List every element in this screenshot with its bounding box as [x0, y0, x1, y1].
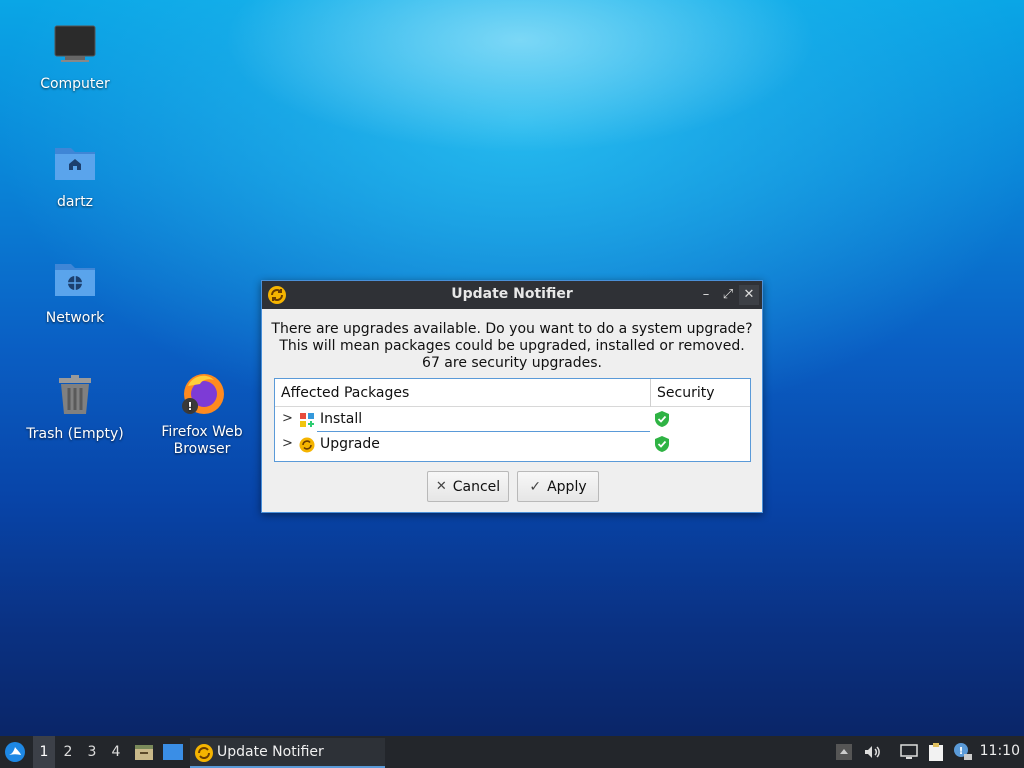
desktop-icon-home[interactable]: dartz [15, 140, 135, 211]
taskbar-item-update-notifier[interactable]: Update Notifier [190, 738, 385, 768]
update-notifier-task-icon [194, 743, 214, 763]
cancel-icon: ✕ [435, 479, 447, 494]
column-header-affected-packages[interactable]: Affected Packages [281, 385, 409, 401]
tree-row-upgrade[interactable]: > Upgrade [275, 433, 750, 457]
message-line: There are upgrades available. Do you wan… [271, 321, 753, 337]
network-status-icon[interactable] [899, 742, 919, 762]
message-line: 67 are security upgrades. [422, 355, 602, 371]
home-folder-icon [51, 140, 99, 188]
desktop-icon-label: Trash (Empty) [26, 426, 124, 442]
firefox-icon: ! [178, 370, 226, 418]
expander-icon[interactable]: > [282, 436, 293, 451]
tree-row-label: Install [320, 411, 363, 427]
show-desktop-icon[interactable] [162, 743, 184, 761]
security-shield-icon [655, 436, 669, 452]
window-title: Update Notifier [451, 286, 573, 302]
minimize-button[interactable]: – [696, 285, 716, 305]
cancel-button[interactable]: ✕ Cancel [427, 471, 509, 502]
computer-icon [51, 22, 99, 70]
update-notifier-window: Update Notifier – ⤢ ✕ There are upgrades… [261, 280, 763, 513]
desktop-icon-trash[interactable]: Trash (Empty) [15, 372, 135, 443]
message-line: This will mean packages could be upgrade… [279, 338, 745, 354]
dialog-message: There are upgrades available. Do you wan… [262, 321, 762, 372]
desktop-icon-network[interactable]: Network [15, 256, 135, 327]
svg-text:!: ! [187, 400, 192, 413]
desktop-icon-computer[interactable]: Computer [15, 22, 135, 93]
tray-arrow-icon[interactable] [834, 742, 854, 762]
desktop-icon-label: Network [45, 310, 105, 326]
trash-icon [51, 372, 99, 420]
clipboard-icon[interactable] [926, 742, 946, 762]
cancel-button-label: Cancel [452, 478, 501, 495]
row-underline [317, 431, 650, 432]
column-header-security[interactable]: Security [657, 385, 715, 401]
desktop-icon-label: dartz [56, 194, 94, 210]
taskbar-panel: 1 2 3 4 Update Notifier ! 11:10 [0, 736, 1024, 768]
workspace-3[interactable]: 3 [81, 736, 103, 768]
desktop-icon-firefox[interactable]: ! Firefox Web Browser [142, 370, 262, 458]
update-available-icon[interactable]: ! [952, 742, 972, 762]
window-titlebar[interactable]: Update Notifier – ⤢ ✕ [262, 281, 762, 309]
apply-button[interactable]: ✓ Apply [517, 471, 599, 502]
security-shield-icon [655, 411, 669, 427]
workspace-2[interactable]: 2 [57, 736, 79, 768]
desktop-icon-label: Firefox Web Browser [161, 424, 243, 457]
tree-row-label: Upgrade [320, 436, 380, 452]
volume-icon[interactable] [862, 742, 882, 762]
svg-text:!: ! [959, 746, 964, 757]
upgrade-package-icon [299, 437, 315, 453]
workspace-1[interactable]: 1 [33, 736, 55, 768]
file-manager-launcher-icon[interactable] [134, 742, 154, 762]
desktop-icon-label: Computer [40, 76, 110, 92]
column-separator [650, 379, 651, 407]
close-button[interactable]: ✕ [739, 285, 759, 305]
expander-icon[interactable]: > [282, 411, 293, 426]
network-folder-icon [51, 256, 99, 304]
panel-clock[interactable]: 11:10 [980, 743, 1020, 759]
affected-packages-tree[interactable]: Affected Packages Security > Install > U… [274, 378, 751, 462]
taskbar-item-label: Update Notifier [217, 744, 324, 760]
tree-row-install[interactable]: > Install [275, 408, 750, 432]
maximize-button[interactable]: ⤢ [718, 285, 738, 305]
workspace-4[interactable]: 4 [105, 736, 127, 768]
apply-button-label: Apply [547, 478, 587, 495]
install-package-icon [299, 412, 315, 428]
start-menu-button[interactable] [4, 741, 26, 763]
check-icon: ✓ [529, 478, 542, 495]
tree-header: Affected Packages Security [275, 379, 750, 407]
